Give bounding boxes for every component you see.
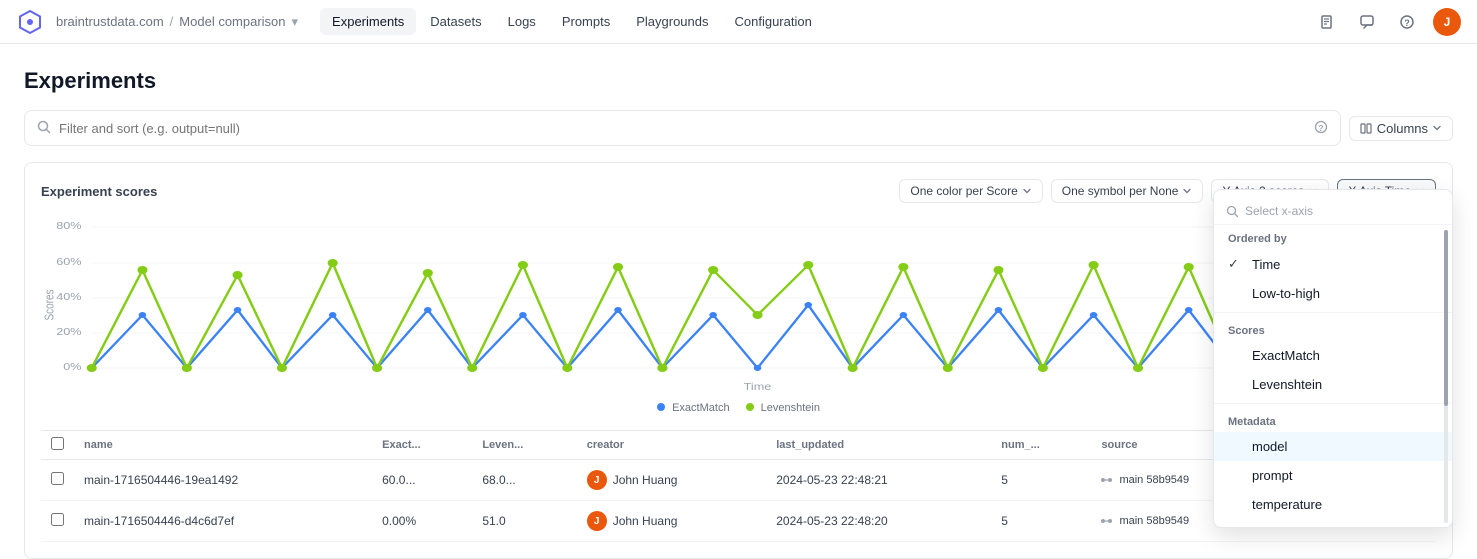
dropdown-label-model: model xyxy=(1252,439,1287,454)
columns-label: Columns xyxy=(1377,121,1428,136)
divider-2 xyxy=(1214,403,1452,404)
col-levenshtein[interactable]: Leven... xyxy=(472,431,576,460)
row-num-2: 5 xyxy=(991,501,1091,542)
dropdown-search-input[interactable] xyxy=(1245,204,1440,218)
scores-label: Scores xyxy=(1214,317,1452,341)
row-num-1: 5 xyxy=(991,460,1091,501)
nav-prompts[interactable]: Prompts xyxy=(550,8,622,35)
dropdown-item-prompt[interactable]: prompt xyxy=(1214,461,1452,490)
select-all-header[interactable] xyxy=(41,431,74,460)
symbol-per-none-button[interactable]: One symbol per None xyxy=(1051,179,1204,203)
dropdown-label-low-to-high: Low-to-high xyxy=(1252,286,1320,301)
col-name[interactable]: name xyxy=(74,431,372,460)
dropdown-item-model[interactable]: model xyxy=(1214,432,1452,461)
row-checkbox-cell-2[interactable] xyxy=(41,501,74,542)
book-icon[interactable] xyxy=(1313,8,1341,36)
row-name-1[interactable]: main-1716504446-19ea1492 xyxy=(74,460,372,501)
nav-playgrounds[interactable]: Playgrounds xyxy=(624,8,720,35)
row-exactmatch-1: 60.0... xyxy=(372,460,472,501)
chart-title: Experiment scores xyxy=(41,184,157,199)
row-checkbox-cell-1[interactable] xyxy=(41,460,74,501)
nav-experiments[interactable]: Experiments xyxy=(320,8,416,35)
row-levenshtein-1: 68.0... xyxy=(472,460,576,501)
x-axis-dropdown: Ordered by ✓ Time Low-to-high Scores Exa… xyxy=(1213,189,1453,528)
search-help-icon[interactable]: ? xyxy=(1314,120,1328,137)
svg-text:0%: 0% xyxy=(63,362,81,373)
columns-button[interactable]: Columns xyxy=(1349,116,1453,141)
dropdown-item-exactmatch[interactable]: ExactMatch xyxy=(1214,341,1452,370)
row-creator-1: J John Huang xyxy=(577,460,767,501)
ordered-by-label: Ordered by xyxy=(1214,225,1452,249)
breadcrumb-chevron[interactable]: ▾ xyxy=(292,14,299,30)
row-name-2[interactable]: main-1716504446-d4c6d7ef xyxy=(74,501,372,542)
top-nav: braintrustdata.com / Model comparison ▾ … xyxy=(0,0,1477,44)
search-icon xyxy=(37,120,51,137)
select-all-checkbox[interactable] xyxy=(51,437,64,450)
dropdown-item-time[interactable]: ✓ Time xyxy=(1214,249,1452,279)
svg-text:Time: Time xyxy=(744,382,772,393)
col-exactmatch[interactable]: Exact... xyxy=(372,431,472,460)
svg-text:60%: 60% xyxy=(56,257,81,268)
breadcrumb-site[interactable]: braintrustdata.com xyxy=(56,14,164,29)
nav-logs[interactable]: Logs xyxy=(496,8,548,35)
col-last-updated[interactable]: last_updated xyxy=(766,431,991,460)
search-row: ? Columns xyxy=(24,110,1453,146)
legend-levenshtein: Levenshtein xyxy=(746,402,820,414)
dropdown-item-temperature[interactable]: temperature xyxy=(1214,490,1452,519)
dropdown-item-levenshtein[interactable]: Levenshtein xyxy=(1214,370,1452,399)
dropdown-label-time: Time xyxy=(1252,257,1280,272)
nav-datasets[interactable]: Datasets xyxy=(418,8,493,35)
creator-avatar-1: J xyxy=(587,470,607,490)
dropdown-label-levenshtein: Levenshtein xyxy=(1252,377,1322,392)
dropdown-label-prompt: prompt xyxy=(1252,468,1292,483)
chat-icon[interactable] xyxy=(1353,8,1381,36)
dropdown-search-icon xyxy=(1226,205,1239,218)
breadcrumb: braintrustdata.com / Model comparison ▾ xyxy=(56,14,300,30)
svg-text:?: ? xyxy=(1404,18,1410,28)
row-exactmatch-2: 0.00% xyxy=(372,501,472,542)
metadata-label: Metadata xyxy=(1214,408,1452,432)
row-last-updated-1: 2024-05-23 22:48:21 xyxy=(766,460,991,501)
app-logo[interactable] xyxy=(16,8,44,36)
help-icon[interactable]: ? xyxy=(1393,8,1421,36)
nav-items: Experiments Datasets Logs Prompts Playgr… xyxy=(320,8,1309,35)
divider-1 xyxy=(1214,312,1452,313)
search-bar: ? xyxy=(24,110,1341,146)
creator-avatar-2: J xyxy=(587,511,607,531)
dropdown-item-low-to-high[interactable]: Low-to-high xyxy=(1214,279,1452,308)
svg-text:20%: 20% xyxy=(56,327,81,338)
color-per-score-button[interactable]: One color per Score xyxy=(899,179,1042,203)
col-num[interactable]: num_... xyxy=(991,431,1091,460)
creator-name-1: John Huang xyxy=(613,473,678,487)
check-icon: ✓ xyxy=(1228,256,1244,272)
dropdown-label-exactmatch: ExactMatch xyxy=(1252,348,1320,363)
breadcrumb-separator: / xyxy=(170,14,174,29)
svg-text:Scores: Scores xyxy=(44,289,57,320)
dropdown-search-row xyxy=(1214,198,1452,225)
topnav-right: ? J xyxy=(1313,8,1461,36)
user-avatar[interactable]: J xyxy=(1433,8,1461,36)
svg-text:80%: 80% xyxy=(56,221,81,232)
dropdown-label-temperature: temperature xyxy=(1252,497,1322,512)
row-checkbox-2[interactable] xyxy=(51,513,64,526)
legend-exact-match: ExactMatch xyxy=(657,402,730,414)
creator-name-2: John Huang xyxy=(613,514,678,528)
row-creator-2: J John Huang xyxy=(577,501,767,542)
scrollbar-thumb[interactable] xyxy=(1444,230,1448,406)
svg-text:40%: 40% xyxy=(56,292,81,303)
scrollbar-track[interactable] xyxy=(1444,230,1448,523)
row-levenshtein-2: 51.0 xyxy=(472,501,576,542)
page-title: Experiments xyxy=(24,68,1453,94)
svg-text:?: ? xyxy=(1318,124,1323,133)
row-last-updated-2: 2024-05-23 22:48:20 xyxy=(766,501,991,542)
nav-configuration[interactable]: Configuration xyxy=(723,8,824,35)
breadcrumb-project[interactable]: Model comparison xyxy=(179,14,285,29)
col-creator[interactable]: creator xyxy=(577,431,767,460)
search-input[interactable] xyxy=(59,121,1306,136)
row-checkbox-1[interactable] xyxy=(51,472,64,485)
